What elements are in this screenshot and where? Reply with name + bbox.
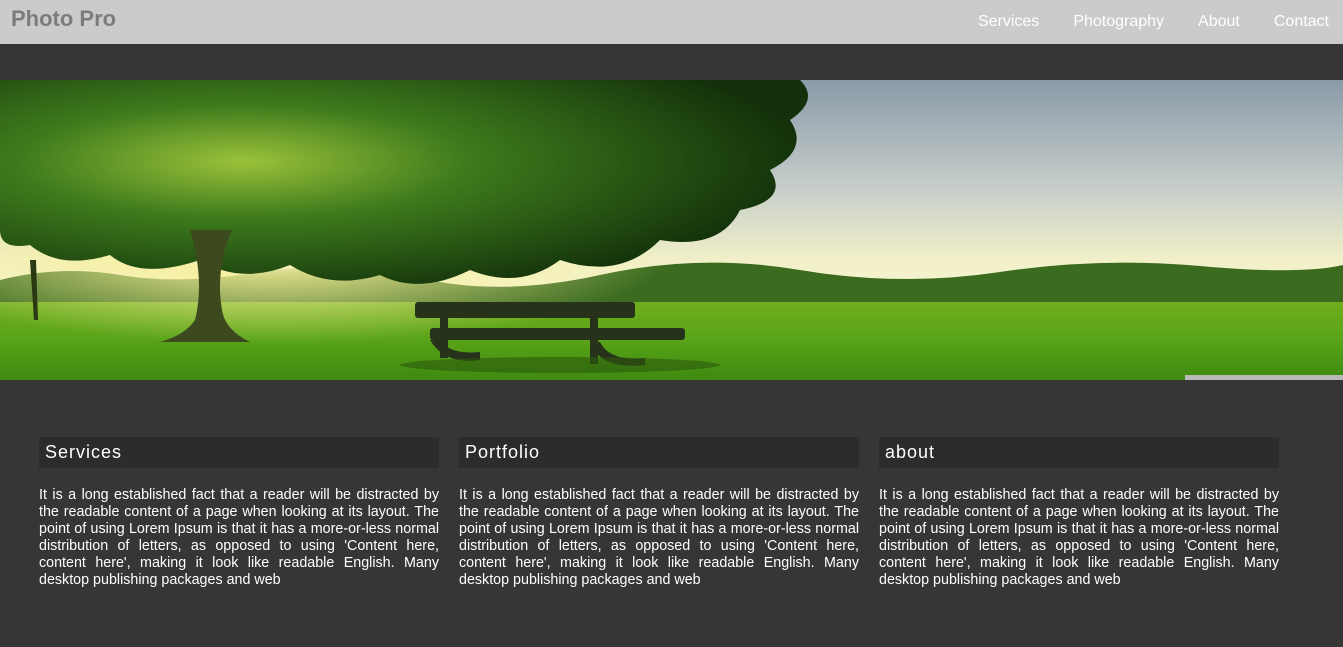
services-heading: Services (39, 437, 439, 468)
portfolio-text: It is a long established fact that a rea… (459, 487, 859, 588)
portfolio-column: Portfolio It is a long established fact … (459, 437, 859, 589)
about-heading: about (879, 437, 1279, 468)
portfolio-heading: Portfolio (459, 437, 859, 468)
nav-link-about[interactable]: About (1198, 13, 1240, 31)
services-column: Services It is a long established fact t… (39, 437, 439, 589)
nav-link-services[interactable]: Services (978, 13, 1039, 31)
brand-logo[interactable]: Photo Pro (11, 6, 116, 32)
about-column: about It is a long established fact that… (879, 437, 1279, 589)
services-text: It is a long established fact that a rea… (39, 487, 439, 588)
about-text: It is a long established fact that a rea… (879, 487, 1279, 588)
hero-photo-svg (0, 80, 1343, 380)
hero-image (0, 80, 1343, 380)
nav-link-photography[interactable]: Photography (1073, 13, 1164, 31)
nav-link-contact[interactable]: Contact (1274, 13, 1343, 31)
navbar: Photo Pro Services Photography About Con… (0, 0, 1343, 44)
nav-menu: Services Photography About Contact (960, 0, 1343, 44)
